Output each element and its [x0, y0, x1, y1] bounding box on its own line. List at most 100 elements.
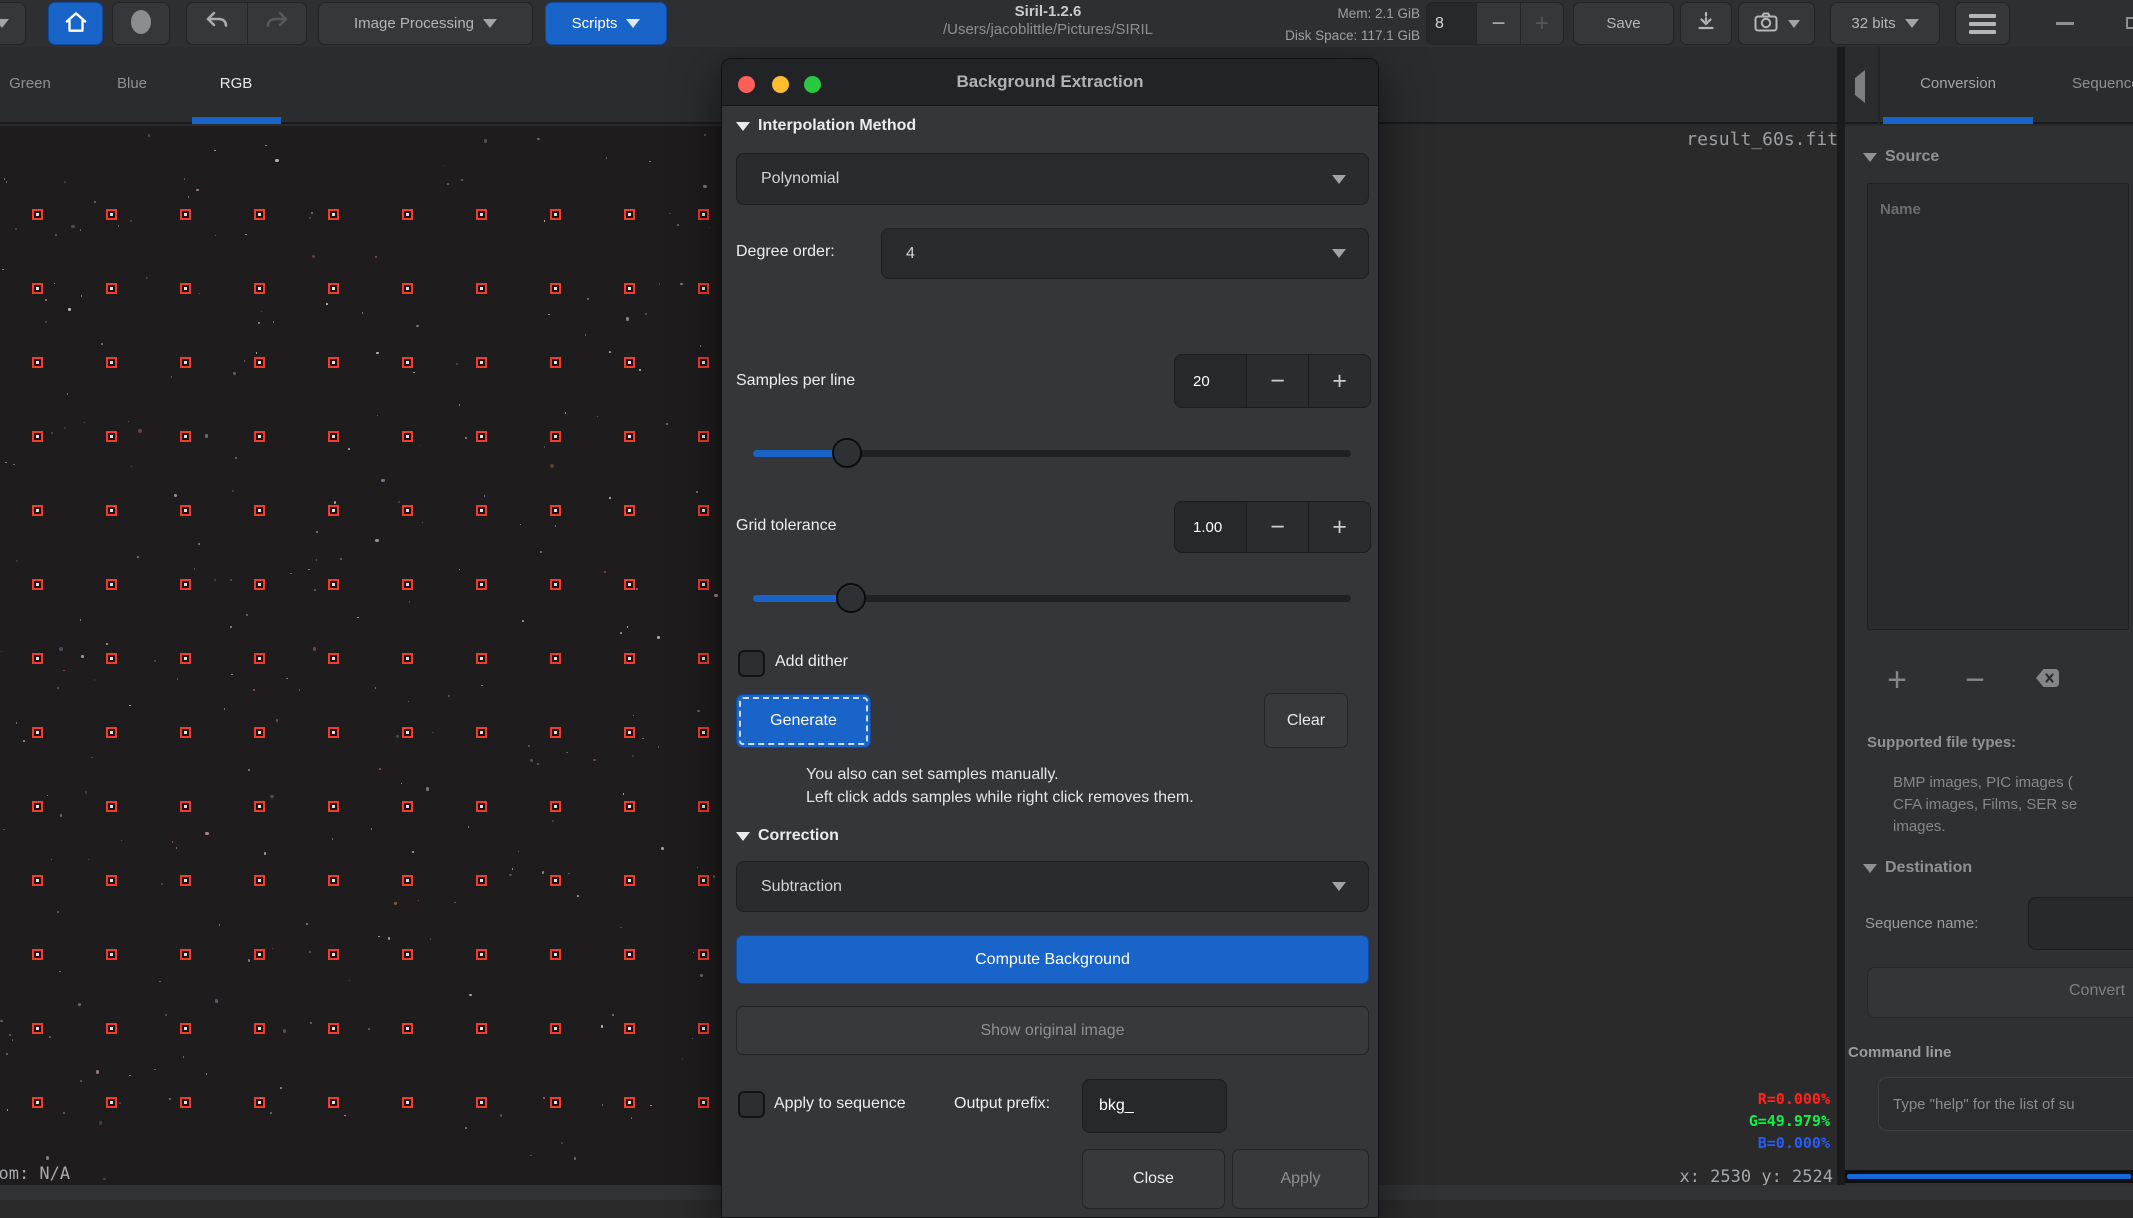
bit-depth-dropdown[interactable]: 32 bits	[1830, 2, 1940, 45]
remove-files-button[interactable]: −	[1954, 660, 1996, 700]
tab-sequence[interactable]: Sequence	[2072, 75, 2133, 92]
background-sample-marker[interactable]	[180, 1023, 191, 1034]
background-sample-marker[interactable]	[476, 1023, 487, 1034]
background-sample-marker[interactable]	[254, 579, 265, 590]
background-sample-marker[interactable]	[106, 431, 117, 442]
background-sample-marker[interactable]	[328, 209, 339, 220]
background-sample-marker[interactable]	[476, 209, 487, 220]
background-sample-marker[interactable]	[698, 431, 709, 442]
correction-section-header[interactable]: Correction	[736, 827, 839, 845]
background-sample-marker[interactable]	[402, 875, 413, 886]
background-sample-marker[interactable]	[476, 579, 487, 590]
source-file-list[interactable]: Name	[1867, 183, 2129, 630]
background-sample-marker[interactable]	[624, 1097, 635, 1108]
background-sample-marker[interactable]	[32, 727, 43, 738]
background-sample-marker[interactable]	[106, 653, 117, 664]
background-sample-marker[interactable]	[550, 431, 561, 442]
background-sample-marker[interactable]	[32, 579, 43, 590]
background-sample-marker[interactable]	[180, 579, 191, 590]
background-sample-marker[interactable]	[328, 431, 339, 442]
image-canvas-empty-area[interactable]	[1379, 126, 1837, 1185]
convert-button[interactable]: Convert	[1867, 967, 2133, 1018]
window-minimize-button[interactable]	[2056, 22, 2074, 25]
background-sample-marker[interactable]	[180, 505, 191, 516]
background-sample-marker[interactable]	[32, 505, 43, 516]
background-sample-marker[interactable]	[180, 949, 191, 960]
background-sample-marker[interactable]	[180, 1097, 191, 1108]
background-sample-marker[interactable]	[32, 653, 43, 664]
background-sample-marker[interactable]	[254, 801, 265, 812]
background-sample-marker[interactable]	[550, 579, 561, 590]
generate-button[interactable]: Generate	[736, 694, 871, 748]
tab-conversion[interactable]: Conversion	[1888, 75, 2028, 92]
background-sample-marker[interactable]	[550, 653, 561, 664]
samples-increment-button[interactable]: +	[1309, 355, 1370, 407]
background-sample-marker[interactable]	[402, 727, 413, 738]
background-sample-marker[interactable]	[624, 283, 635, 294]
background-sample-marker[interactable]	[254, 727, 265, 738]
background-sample-marker[interactable]	[254, 505, 265, 516]
background-sample-marker[interactable]	[624, 727, 635, 738]
background-sample-marker[interactable]	[476, 653, 487, 664]
tolerance-increment-button[interactable]: +	[1309, 502, 1370, 552]
background-sample-marker[interactable]	[106, 357, 117, 368]
tolerance-decrement-button[interactable]: −	[1247, 502, 1309, 552]
background-sample-marker[interactable]	[402, 653, 413, 664]
background-sample-marker[interactable]	[624, 431, 635, 442]
slider-thumb[interactable]	[836, 583, 866, 613]
background-sample-marker[interactable]	[550, 1023, 561, 1034]
background-sample-marker[interactable]	[476, 1097, 487, 1108]
background-sample-marker[interactable]	[550, 949, 561, 960]
background-sample-marker[interactable]	[254, 653, 265, 664]
background-sample-marker[interactable]	[254, 949, 265, 960]
snapshot-button[interactable]	[1738, 2, 1815, 45]
background-sample-marker[interactable]	[402, 579, 413, 590]
background-sample-marker[interactable]	[32, 357, 43, 368]
interpolation-section-header[interactable]: Interpolation Method	[736, 117, 916, 135]
background-sample-marker[interactable]	[402, 505, 413, 516]
background-sample-marker[interactable]	[328, 949, 339, 960]
background-sample-marker[interactable]	[32, 801, 43, 812]
background-sample-marker[interactable]	[624, 875, 635, 886]
background-sample-marker[interactable]	[328, 727, 339, 738]
background-sample-marker[interactable]	[550, 209, 561, 220]
background-sample-marker[interactable]	[624, 505, 635, 516]
clear-list-button[interactable]	[2026, 660, 2068, 700]
redo-button[interactable]	[247, 3, 307, 44]
background-sample-marker[interactable]	[698, 357, 709, 368]
name-column-header[interactable]: Name	[1880, 201, 1921, 218]
background-sample-marker[interactable]	[550, 801, 561, 812]
panel-collapse-button[interactable]	[1855, 78, 1865, 96]
image-processing-menu-button[interactable]: Image Processing	[318, 2, 533, 45]
background-sample-marker[interactable]	[106, 1097, 117, 1108]
sequence-name-input[interactable]	[2028, 897, 2133, 950]
background-sample-marker[interactable]	[476, 801, 487, 812]
background-sample-marker[interactable]	[402, 357, 413, 368]
background-sample-marker[interactable]	[698, 653, 709, 664]
background-sample-marker[interactable]	[550, 875, 561, 886]
background-sample-marker[interactable]	[106, 727, 117, 738]
background-sample-marker[interactable]	[476, 949, 487, 960]
background-sample-marker[interactable]	[32, 1097, 43, 1108]
background-sample-marker[interactable]	[476, 505, 487, 516]
destination-section-header[interactable]: Destination	[1863, 859, 1972, 877]
background-sample-marker[interactable]	[624, 209, 635, 220]
samples-slider[interactable]	[753, 438, 1351, 468]
tab-green-channel[interactable]: Green	[0, 75, 66, 92]
background-sample-marker[interactable]	[550, 357, 561, 368]
samples-decrement-button[interactable]: −	[1247, 355, 1309, 407]
background-sample-marker[interactable]	[550, 727, 561, 738]
command-line-input[interactable]	[1878, 1077, 2133, 1131]
add-files-button[interactable]: +	[1876, 660, 1918, 700]
undo-button[interactable]	[187, 3, 247, 44]
background-sample-marker[interactable]	[402, 801, 413, 812]
background-sample-marker[interactable]	[624, 801, 635, 812]
threads-decrement-button[interactable]: −	[1476, 3, 1519, 44]
threads-increment-button[interactable]: +	[1520, 3, 1563, 44]
background-sample-marker[interactable]	[550, 505, 561, 516]
samples-value[interactable]: 20	[1175, 355, 1247, 407]
background-sample-marker[interactable]	[32, 209, 43, 220]
apply-button[interactable]: Apply	[1232, 1149, 1369, 1209]
background-sample-marker[interactable]	[476, 357, 487, 368]
tab-blue-channel[interactable]: Blue	[96, 75, 168, 92]
